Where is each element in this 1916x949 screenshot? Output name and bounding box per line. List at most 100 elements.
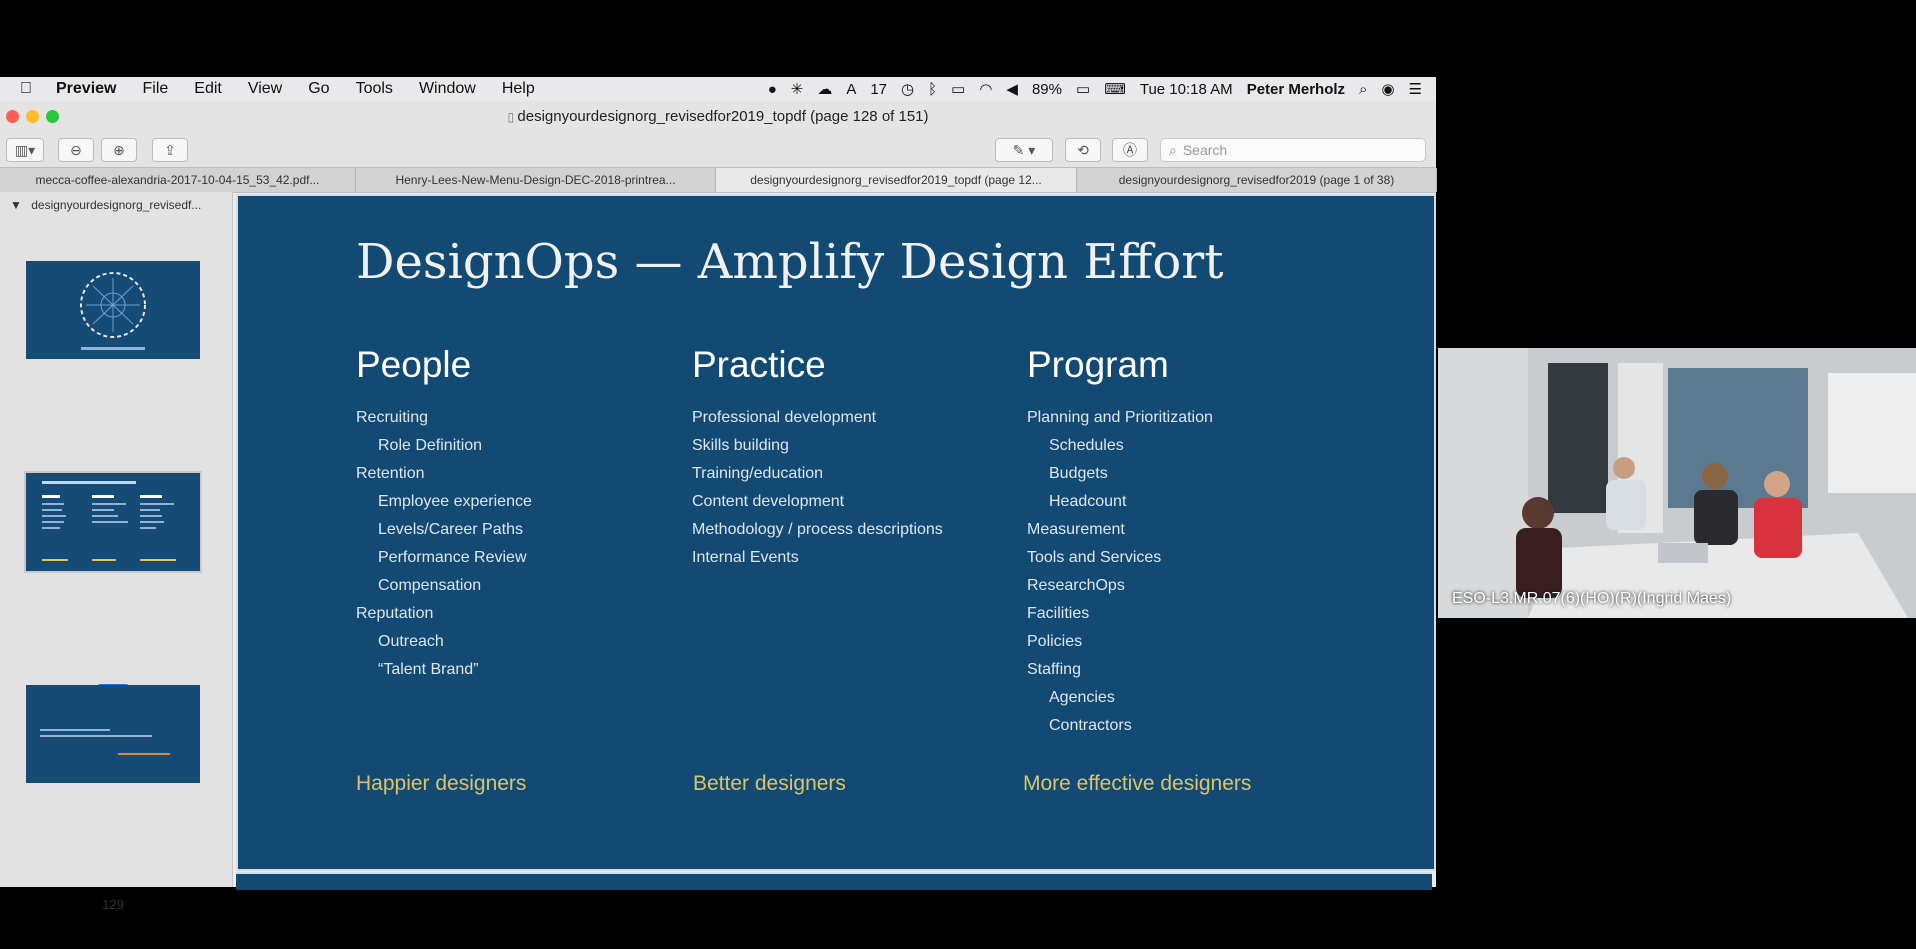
list-item: “Talent Brand” [378,661,479,678]
adobe-icon[interactable]: A [846,81,856,98]
list-item: Schedules [1049,437,1124,454]
video-participant-label: ESO-L3.MR.07(6)(HO)(R)(Ingrid Maes) [1452,590,1732,607]
time-machine-icon[interactable]: ◷ [901,80,914,98]
people-list: Recruiting Role Definition Retention Emp… [356,409,676,709]
spotlight-icon[interactable]: ⌕ [1359,81,1367,98]
list-item: Staffing [1027,661,1081,678]
share-icon: ⇪ [164,141,176,158]
window-title-text: designyourdesignorg_revisedfor2019_topdf… [517,108,929,125]
list-item: Skills building [692,437,789,454]
people-outcome: Happier designers [356,772,527,795]
menu-bar:  Preview File Edit View Go Tools Window… [0,77,1436,101]
slide-page: DesignOps — Amplify Design Effort People… [236,194,1436,871]
airplay-icon[interactable]: ▭ [951,80,965,98]
menu-file[interactable]: File [142,80,168,98]
program-outcome: More effective designers [1023,772,1252,795]
menu-window[interactable]: Window [419,80,476,98]
menu-app-name[interactable]: Preview [56,80,116,98]
zoom-out-icon: ⊖ [70,141,82,158]
list-item: Tools and Services [1027,549,1162,566]
toolbar: ▥▾ ⊖ ⊕ ⇪ ✎ ▾ ⟲ Ⓐ ⌕ Search [0,131,1436,167]
page-number-129: 129 [102,897,124,912]
wifi-icon[interactable]: ◠ [979,80,992,98]
disclosure-triangle-icon[interactable]: ▼ [10,198,22,212]
input-source-icon[interactable]: ⌨ [1104,80,1126,98]
list-item: Budgets [1049,465,1108,482]
page-thumbnail-128[interactable] [24,471,202,573]
sidebar-header[interactable]: ▼ designyourdesignorg_revisedf... [10,198,201,212]
markup-toolbar-button[interactable]: Ⓐ [1112,138,1148,162]
tab-designyourdesignorg-2019[interactable]: designyourdesignorg_revisedfor2019 (page… [1077,168,1437,192]
thumbnail-sidebar: ▼ designyourdesignorg_revisedf... 127 [0,192,233,912]
clock[interactable]: Tue 10:18 AM [1140,81,1233,98]
list-item: Recruiting [356,409,429,426]
volume-icon[interactable]: ◀ [1006,80,1018,98]
zoom-in-icon: ⊕ [113,141,125,158]
pen-icon: ✎ ▾ [1012,141,1036,158]
list-item: Compensation [378,577,482,594]
list-item: Policies [1027,633,1083,650]
status-app-icon[interactable]: ● [768,81,777,98]
slide-title: DesignOps — Amplify Design Effort [356,234,1224,290]
program-heading: Program [1027,344,1169,385]
rotate-button[interactable]: ⟲ [1065,138,1101,162]
program-list: Planning and Prioritization Schedules Bu… [1027,409,1357,749]
list-item: Measurement [1027,521,1125,538]
apple-icon[interactable]:  [20,80,32,98]
list-item: Contractors [1049,717,1132,734]
tab-henry-lees[interactable]: Henry-Lees-New-Menu-Design-DEC-2018-prin… [356,168,716,192]
zoom-in-button[interactable]: ⊕ [101,138,137,162]
list-item: Content development [692,493,845,510]
diagram-thumbnail-image [80,272,146,350]
tab-bar: mecca-coffee-alexandria-2017-10-04-15_53… [0,167,1437,193]
tab-mecca-coffee[interactable]: mecca-coffee-alexandria-2017-10-04-15_53… [0,168,356,192]
sidebar-toggle-button[interactable]: ▥▾ [6,138,44,162]
list-item: Outreach [378,633,444,650]
list-item: Facilities [1027,605,1090,622]
sidebar-document-name: designyourdesignorg_revisedf... [31,198,202,212]
slide-thumbnail-image [42,481,176,561]
search-icon: ⌕ [1169,141,1177,158]
menu-tools[interactable]: Tools [356,80,393,98]
rotate-icon: ⟲ [1077,141,1089,158]
tab-designyourdesignorg-topdf[interactable]: designyourdesignorg_revisedfor2019_topdf… [716,168,1077,192]
cloud-icon[interactable]: ☁ [817,80,832,98]
share-button[interactable]: ⇪ [152,138,188,162]
list-item: Planning and Prioritization [1027,409,1213,426]
notification-center-icon[interactable]: ☰ [1409,80,1422,98]
list-item: Training/education [692,465,824,482]
zoom-out-button[interactable]: ⊖ [58,138,94,162]
battery-icon[interactable]: ▭ [1076,80,1090,98]
page-thumbnail-127[interactable] [26,261,200,359]
practice-heading: Practice [692,344,826,385]
menu-view[interactable]: View [248,80,282,98]
siri-icon[interactable]: ◉ [1381,80,1394,98]
practice-outcome: Better designers [693,772,846,795]
list-item: Reputation [356,605,434,622]
practice-list: Professional development Skills building… [692,409,1022,609]
video-call-tile[interactable]: ESO-L3.MR.07(6)(HO)(R)(Ingrid Maes) [1438,348,1916,618]
list-item: ResearchOps [1027,577,1125,594]
status-pointer-icon[interactable]: ✳ [791,80,804,98]
list-item: Headcount [1049,493,1127,510]
adobe-count: 17 [870,80,888,98]
slide-thumbnail-image [40,729,170,755]
list-item: Performance Review [378,549,527,566]
page-thumbnail-129[interactable] [26,685,200,783]
menu-go[interactable]: Go [308,80,329,98]
user-name[interactable]: Peter Merholz [1247,81,1345,98]
search-placeholder: Search [1182,142,1228,158]
meeting-room-video-image [1438,348,1916,618]
search-field[interactable]: ⌕ Search [1160,138,1426,162]
list-item: Professional development [692,409,877,426]
list-item: Levels/Career Paths [378,521,523,538]
sidebar-icon: ▥▾ [14,141,36,158]
document-icon: ▯ [507,110,518,124]
bluetooth-icon[interactable]: ᛒ [928,81,937,98]
menu-edit[interactable]: Edit [194,80,222,98]
markup-pen-button[interactable]: ✎ ▾ [995,138,1053,162]
window-title: ▯ designyourdesignorg_revisedfor2019_top… [0,108,1436,125]
menu-help[interactable]: Help [502,80,535,98]
list-item: Internal Events [692,549,799,566]
markup-icon: Ⓐ [1123,142,1137,158]
